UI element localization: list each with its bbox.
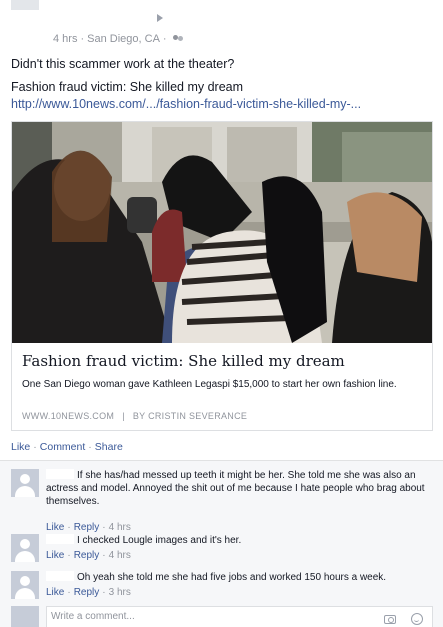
commenter-avatar[interactable] <box>11 469 39 497</box>
comment-item: If she has/had messed up teeth it might … <box>11 469 443 535</box>
link-card-title[interactable]: Fashion fraud victim: She killed my drea… <box>22 352 345 370</box>
comment-actions: Like · Reply · 4 hrs <box>46 522 131 533</box>
comments-section: If she has/had messed up teeth it might … <box>0 460 443 627</box>
link-card-description: One San Diego woman gave Kathleen Legasp… <box>22 379 397 390</box>
comment-like-button[interactable]: Like <box>46 522 64 533</box>
post-author-avatar[interactable] <box>11 0 39 10</box>
action-separator: · <box>67 522 71 533</box>
post-timestamp[interactable]: 4 hrs <box>53 33 77 45</box>
comment-reply-button[interactable]: Reply <box>74 550 100 561</box>
comment-text: I checked Lougle images and it's her. <box>77 535 242 546</box>
comment-item: I checked Lougle images and it's her. Li… <box>11 534 443 566</box>
post-location[interactable]: San Diego, CA <box>87 33 160 45</box>
share-button[interactable]: Share <box>95 441 123 453</box>
like-button[interactable]: Like <box>11 441 30 453</box>
news-photo <box>12 122 432 343</box>
action-separator: · <box>102 587 106 598</box>
smiley-icon[interactable] <box>411 613 423 625</box>
action-separator: · <box>33 441 37 453</box>
comment-input[interactable] <box>51 611 351 622</box>
action-separator: · <box>102 522 106 533</box>
comment-actions: Like · Reply · 4 hrs <box>46 550 131 561</box>
post-options-chevron-icon[interactable] <box>157 14 163 22</box>
comment-timestamp[interactable]: 4 hrs <box>109 550 131 561</box>
comment-button[interactable]: Comment <box>40 441 86 453</box>
comment-composer[interactable] <box>46 606 433 627</box>
commenter-avatar[interactable] <box>11 571 39 599</box>
commenter-avatar[interactable] <box>11 534 39 562</box>
comment-like-button[interactable]: Like <box>46 550 64 561</box>
comment-timestamp[interactable]: 3 hrs <box>109 587 131 598</box>
action-separator: · <box>88 441 92 453</box>
comment-actions: Like · Reply · 3 hrs <box>46 587 131 598</box>
comment-like-button[interactable]: Like <box>46 587 64 598</box>
comment-reply-button[interactable]: Reply <box>74 522 100 533</box>
post-actions: Like · Comment · Share <box>11 441 123 453</box>
link-card-source: WWW.10NEWS.COM | BY CRISTIN SEVERANCE <box>22 411 247 421</box>
link-preview-image[interactable] <box>12 122 432 343</box>
comment-item: Oh yeah she told me she had five jobs an… <box>11 571 443 603</box>
comment-reply-button[interactable]: Reply <box>74 587 100 598</box>
post-status-text: Didn't this scammer work at the theater? <box>11 57 235 71</box>
current-user-avatar <box>11 606 39 627</box>
comment-timestamp[interactable]: 4 hrs <box>109 522 131 533</box>
link-card-byline: BY CRISTIN SEVERANCE <box>132 411 248 421</box>
action-separator: · <box>67 587 71 598</box>
meta-separator: · <box>80 33 85 45</box>
comment-text: Oh yeah she told me she had five jobs an… <box>77 572 387 583</box>
comment-text: If she has/had messed up teeth it might … <box>46 470 425 507</box>
link-card-divider: | <box>122 411 125 421</box>
action-separator: · <box>102 550 106 561</box>
feed-post: 4 hrs · San Diego, CA · Didn't this scam… <box>0 0 443 460</box>
friends-icon[interactable] <box>172 34 184 44</box>
action-separator: · <box>67 550 71 561</box>
camera-icon[interactable] <box>384 615 396 624</box>
post-meta: 4 hrs · San Diego, CA · <box>53 33 184 45</box>
link-card-domain: WWW.10NEWS.COM <box>22 411 115 421</box>
meta-separator: · <box>162 33 167 45</box>
shared-link-title-text: Fashion fraud victim: She killed my drea… <box>11 80 244 94</box>
link-preview-card[interactable]: Fashion fraud victim: She killed my drea… <box>11 121 433 431</box>
shared-link-url[interactable]: http://www.10news.com/.../fashion-fraud-… <box>11 97 361 111</box>
